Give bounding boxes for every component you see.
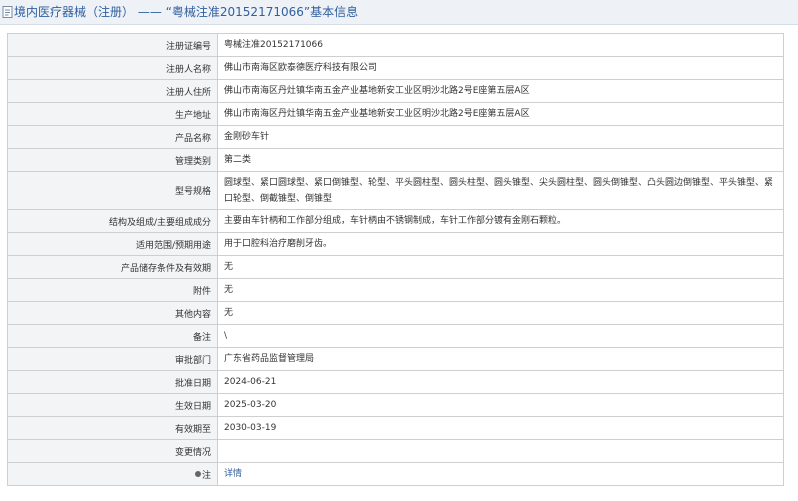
info-table: 注册证编号 粤械注准20152171066 注册人名称 佛山市南海区欧泰德医疗科… bbox=[7, 33, 784, 486]
row-label: 生效日期 bbox=[7, 393, 218, 417]
row-label: 附件 bbox=[7, 278, 218, 302]
row-value: 金刚砂车针 bbox=[217, 125, 784, 149]
table-row: 型号规格 圆球型、紧口圆球型、紧口倒锥型、轮型、平头圆柱型、圆头柱型、圆头锥型、… bbox=[7, 171, 784, 210]
document-icon bbox=[2, 6, 13, 18]
row-label: 变更情况 bbox=[7, 439, 218, 463]
table-row: 适用范围/预期用途 用于口腔科治疗磨削牙齿。 bbox=[7, 232, 784, 256]
row-value bbox=[217, 439, 784, 463]
page-title: “粤械注准20152171066”基本信息 bbox=[165, 5, 359, 19]
row-value: 无 bbox=[217, 255, 784, 279]
table-row: 产品名称 金刚砂车针 bbox=[7, 125, 784, 149]
row-value: 第二类 bbox=[217, 148, 784, 172]
row-label: 产品储存条件及有效期 bbox=[7, 255, 218, 279]
table-row: 生产地址 佛山市南海区丹灶镇华南五金产业基地新安工业区明沙北路2号E座第五层A区 bbox=[7, 102, 784, 126]
details-link[interactable]: 详情 bbox=[224, 469, 242, 479]
table-row: 生效日期 2025-03-20 bbox=[7, 393, 784, 417]
table-row: 有效期至 2030-03-19 bbox=[7, 416, 784, 440]
table-row: 注册证编号 粤械注准20152171066 bbox=[7, 33, 784, 57]
row-label: 有效期至 bbox=[7, 416, 218, 440]
row-label: 注册证编号 bbox=[7, 33, 218, 57]
row-value: 圆球型、紧口圆球型、紧口倒锥型、轮型、平头圆柱型、圆头柱型、圆头锥型、尖头圆柱型… bbox=[217, 171, 784, 210]
row-value: 2030-03-19 bbox=[217, 416, 784, 440]
table-row: 注册人住所 佛山市南海区丹灶镇华南五金产业基地新安工业区明沙北路2号E座第五层A… bbox=[7, 79, 784, 103]
row-label: 审批部门 bbox=[7, 347, 218, 371]
table-row: 结构及组成/主要组成成分 主要由车针柄和工作部分组成，车针柄由不锈钢制成，车针工… bbox=[7, 209, 784, 233]
row-label: 生产地址 bbox=[7, 102, 218, 126]
row-value: 佛山市南海区丹灶镇华南五金产业基地新安工业区明沙北路2号E座第五层A区 bbox=[217, 102, 784, 126]
page-header: 境内医疗器械（注册） —— “粤械注准20152171066”基本信息 bbox=[0, 0, 798, 25]
table-row: 其他内容 无 bbox=[7, 301, 784, 325]
row-label: 适用范围/预期用途 bbox=[7, 232, 218, 256]
table-row: 批准日期 2024-06-21 bbox=[7, 370, 784, 394]
table-row-note: 注 详情 bbox=[7, 462, 784, 486]
note-label: 注 bbox=[201, 470, 211, 481]
table-row: 产品储存条件及有效期 无 bbox=[7, 255, 784, 279]
row-label: 批准日期 bbox=[7, 370, 218, 394]
note-label-cell: 注 bbox=[7, 462, 218, 486]
breadcrumb: 境内医疗器械（注册） bbox=[14, 5, 135, 19]
table-row: 审批部门 广东省药品监督管理局 bbox=[7, 347, 784, 371]
table-row: 附件 无 bbox=[7, 278, 784, 302]
row-value: 粤械注准20152171066 bbox=[217, 33, 784, 57]
pin-icon bbox=[194, 470, 201, 477]
table-row: 变更情况 bbox=[7, 439, 784, 463]
row-value: 2024-06-21 bbox=[217, 370, 784, 394]
row-value: 佛山市南海区欧泰德医疗科技有限公司 bbox=[217, 56, 784, 80]
breadcrumb-separator: —— bbox=[137, 5, 162, 19]
row-value: 用于口腔科治疗磨削牙齿。 bbox=[217, 232, 784, 256]
row-label: 注册人住所 bbox=[7, 79, 218, 103]
row-value: 2025-03-20 bbox=[217, 393, 784, 417]
row-label: 备注 bbox=[7, 324, 218, 348]
row-label: 管理类别 bbox=[7, 148, 218, 172]
row-value: 无 bbox=[217, 278, 784, 302]
table-row: 注册人名称 佛山市南海区欧泰德医疗科技有限公司 bbox=[7, 56, 784, 80]
row-label: 注册人名称 bbox=[7, 56, 218, 80]
row-value: \ bbox=[217, 324, 784, 348]
note-value-cell: 详情 bbox=[217, 462, 784, 486]
row-label: 型号规格 bbox=[7, 171, 218, 210]
row-label: 其他内容 bbox=[7, 301, 218, 325]
row-value: 佛山市南海区丹灶镇华南五金产业基地新安工业区明沙北路2号E座第五层A区 bbox=[217, 79, 784, 103]
row-value: 主要由车针柄和工作部分组成，车针柄由不锈钢制成，车针工作部分镀有金刚石颗粒。 bbox=[217, 209, 784, 233]
row-label: 产品名称 bbox=[7, 125, 218, 149]
row-value: 无 bbox=[217, 301, 784, 325]
row-value: 广东省药品监督管理局 bbox=[217, 347, 784, 371]
table-row: 备注 \ bbox=[7, 324, 784, 348]
table-row: 管理类别 第二类 bbox=[7, 148, 784, 172]
row-label: 结构及组成/主要组成成分 bbox=[7, 209, 218, 233]
